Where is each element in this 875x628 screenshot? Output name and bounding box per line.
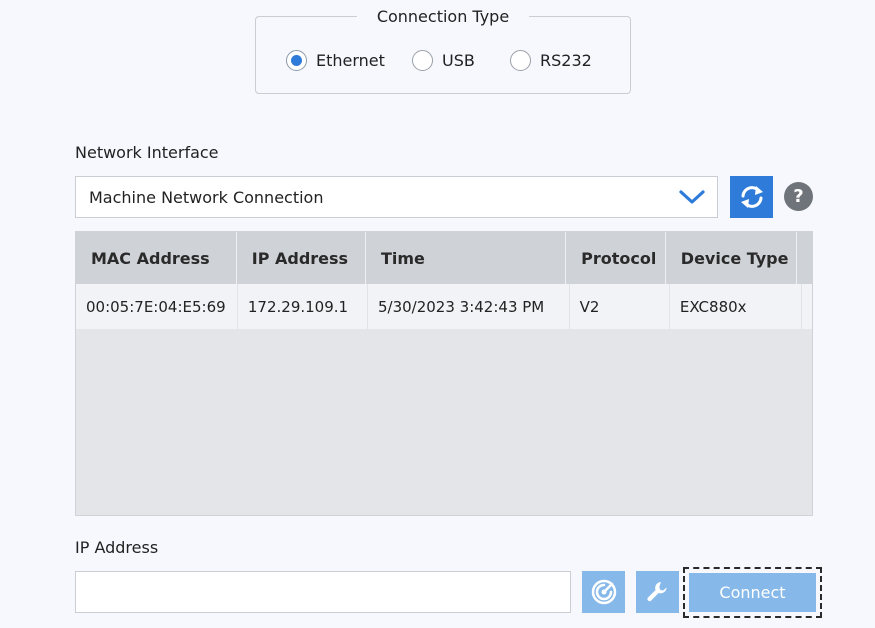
cell-time: 5/30/2023 3:42:43 PM (368, 284, 570, 329)
network-interface-select[interactable]: Machine Network Connection (75, 176, 718, 218)
cell-protocol: V2 (570, 284, 670, 329)
connection-type-title: Connection Type (356, 7, 530, 26)
radio-ethernet-label: Ethernet (316, 51, 385, 70)
connect-button[interactable]: Connect (689, 573, 816, 612)
help-icon: ? (793, 186, 804, 207)
cell-device-type: EXC880x (670, 284, 802, 329)
network-interface-label: Network Interface (75, 143, 219, 162)
radio-ethernet[interactable]: Ethernet (286, 50, 385, 71)
refresh-button[interactable] (730, 176, 773, 218)
connect-focus-ring: Connect (683, 567, 822, 618)
radio-usb-circle[interactable] (412, 50, 433, 71)
column-header-spacer (797, 232, 812, 284)
ip-address-input[interactable] (75, 571, 571, 613)
refresh-icon (740, 186, 763, 208)
radio-usb-label: USB (442, 51, 475, 70)
column-header-time[interactable]: Time (366, 232, 567, 284)
column-header-protocol[interactable]: Protocol (566, 232, 666, 284)
radio-rs232-label: RS232 (540, 51, 592, 70)
wrench-icon (646, 582, 667, 602)
network-interface-value: Machine Network Connection (89, 187, 324, 207)
column-header-mac[interactable]: MAC Address (76, 232, 237, 284)
column-header-device-type[interactable]: Device Type (666, 232, 797, 284)
radio-usb[interactable]: USB (412, 50, 475, 71)
cell-spacer (802, 284, 812, 329)
cell-mac: 00:05:7E:04:E5:69 (76, 284, 238, 329)
radio-ethernet-circle[interactable] (286, 50, 307, 71)
cell-ip: 172.29.109.1 (238, 284, 368, 329)
scan-icon (591, 579, 616, 605)
radio-rs232[interactable]: RS232 (510, 50, 592, 71)
ip-address-label: IP Address (75, 538, 159, 557)
connection-type-legend: Connection Type (256, 7, 630, 26)
help-button[interactable]: ? (784, 182, 813, 211)
connection-type-group: Connection Type Ethernet USB RS232 (255, 7, 631, 94)
settings-button[interactable] (636, 571, 679, 613)
radio-rs232-circle[interactable] (510, 50, 531, 71)
table-row[interactable]: 00:05:7E:04:E5:69 172.29.109.1 5/30/2023… (76, 284, 812, 329)
scan-button[interactable] (582, 571, 625, 613)
table-header: MAC Address IP Address Time Protocol Dev… (76, 232, 812, 284)
chevron-down-icon[interactable] (679, 189, 705, 205)
device-table: MAC Address IP Address Time Protocol Dev… (75, 231, 813, 516)
column-header-ip[interactable]: IP Address (237, 232, 366, 284)
